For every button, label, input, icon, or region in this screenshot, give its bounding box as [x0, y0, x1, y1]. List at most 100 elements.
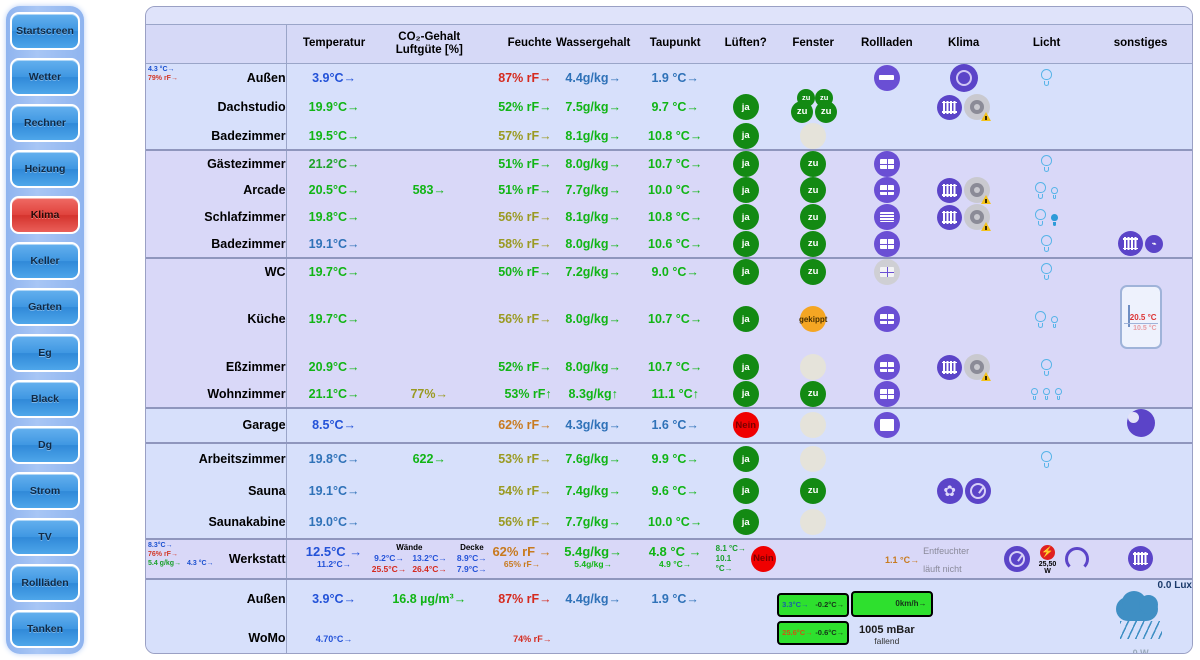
valve-small-icon[interactable]: ⌁	[1145, 234, 1164, 253]
table-row[interactable]: Wohnzimmer 21.1°C→ 77%→ 53% rF↑ 8.3g/kg↑…	[146, 380, 1192, 409]
window-badge-inactive[interactable]	[800, 122, 827, 149]
ventilation-badge[interactable]: ja	[732, 122, 759, 149]
sidebar-item-keller[interactable]: Keller	[10, 242, 80, 280]
sidebar-item-strom[interactable]: Strom	[10, 472, 80, 510]
light-bulb-icon[interactable]	[1040, 235, 1053, 252]
light-bulb-icon[interactable]	[1042, 387, 1051, 400]
window-badge[interactable]: zu	[815, 100, 838, 123]
window-badge-inactive[interactable]	[800, 412, 827, 438]
lcd-display-2[interactable]: 25.6°C→ -0.6°C→	[777, 620, 850, 645]
lcd-display-1[interactable]: 3.3°C→ -0.2°C→	[777, 592, 850, 617]
ventilation-badge[interactable]: ja	[732, 477, 759, 504]
table-row[interactable]: Arbeitszimmer 19.8°C→ 622→ 53% rF→ 7.6g/…	[146, 442, 1192, 475]
window-badge[interactable]: zu	[791, 100, 814, 123]
table-row[interactable]: Schlafzimmer 19.8°C→ 56% rF→ 8.1g/kg→ 10…	[146, 203, 1192, 231]
sidebar-item-startscreen[interactable]: Startscreen	[10, 12, 80, 50]
light-bulb-icon[interactable]	[1030, 387, 1039, 400]
gauge-icon[interactable]	[964, 477, 991, 504]
ventilation-badge[interactable]: ja	[732, 306, 759, 332]
window-cell[interactable]: zu zu zu zu	[775, 88, 851, 123]
table-row[interactable]: 4.3 °C→ 79% rF→ Außen 3.9°C→ 87% rF→ 4.4…	[146, 63, 1192, 92]
window-badge-inactive[interactable]	[800, 446, 827, 472]
sidebar-item-rechner[interactable]: Rechner	[10, 104, 80, 142]
sidebar-item-tv[interactable]: TV	[10, 518, 80, 556]
shutter-open-icon[interactable]	[873, 64, 900, 91]
ventilation-badge[interactable]: ja	[732, 509, 759, 535]
table-row[interactable]: Garage 8.5°C→ 62% rF→ 4.3g/kg→ 1.6 °C→ N…	[146, 407, 1192, 444]
table-row-werkstatt[interactable]: 8.3°C→ 76% rF→ 5.4 g/kg→ 4.3 °C→ Werksta…	[146, 538, 1192, 580]
ventilation-badge[interactable]: ja	[732, 446, 759, 472]
window-badge[interactable]: zu	[800, 258, 827, 285]
shutter-grid-inactive-icon[interactable]	[873, 258, 900, 285]
window-badge-inactive[interactable]	[800, 509, 827, 535]
valve-gear-icon[interactable]	[964, 94, 992, 121]
shutter-lines-icon[interactable]	[873, 204, 900, 230]
radiator-icon[interactable]	[1128, 546, 1154, 571]
window-badge[interactable]: zu	[800, 204, 827, 230]
sidebar-item-heizung[interactable]: Heizung	[10, 150, 80, 188]
table-row[interactable]: Dachstudio 19.9°C→ 52% rF→ 7.5g/kg→ 9.7 …	[146, 88, 1192, 123]
table-row[interactable]: Badezimmer 19.1°C→ 58% rF→ 8.0g/kg→ 10.6…	[146, 230, 1192, 259]
radiator-icon[interactable]	[937, 204, 963, 230]
climate-cell[interactable]	[923, 63, 1005, 92]
shutter-grid-icon[interactable]	[873, 354, 900, 380]
sidebar-item-klima[interactable]: Klima	[10, 196, 80, 234]
table-row-aussen-bottom[interactable]: Außen 3.9°C→ 16.8 µg/m³→ 87% rF→ 4.4g/kg…	[146, 578, 1192, 653]
light-bulb-icon[interactable]	[1040, 69, 1053, 86]
valve-gear-icon[interactable]	[964, 177, 992, 204]
light-cell[interactable]	[1004, 63, 1090, 92]
fan-icon[interactable]: ✿	[936, 477, 963, 504]
shutter-grid-icon[interactable]	[873, 230, 900, 257]
sidebar-item-eg[interactable]: Eg	[10, 334, 80, 372]
fridge-icon[interactable]: 20.5 °C 10.5 °C	[1119, 284, 1162, 349]
light-bulb-icon[interactable]	[1054, 387, 1063, 400]
light-bulb-icon[interactable]	[1040, 450, 1053, 468]
ventilation-badge[interactable]: Nein	[750, 545, 776, 572]
window-badge[interactable]: zu	[800, 230, 827, 257]
ventilation-badge[interactable]: ja	[732, 354, 759, 380]
light-bulb-icon[interactable]	[1034, 181, 1047, 199]
valve-gear-icon[interactable]	[964, 204, 992, 231]
light-bulb-icon[interactable]	[1034, 310, 1047, 328]
shutter-grid-icon[interactable]	[873, 150, 900, 177]
light-bulb-icon[interactable]	[1040, 358, 1053, 376]
sidebar-item-black[interactable]: Black	[10, 380, 80, 418]
shutter-closed-icon[interactable]	[873, 412, 900, 438]
window-tilted-badge[interactable]: gekippt	[799, 306, 827, 332]
window-badge-inactive[interactable]	[800, 354, 827, 380]
thermostat-knob-icon[interactable]	[949, 63, 978, 92]
arc-icon[interactable]	[1065, 546, 1090, 571]
window-badge[interactable]: zu	[800, 477, 827, 504]
radiator-icon[interactable]	[937, 94, 963, 120]
wind-display[interactable]: 0km/h→	[850, 591, 933, 617]
ventilation-badge[interactable]: ja	[732, 150, 759, 177]
table-row[interactable]: Arcade 20.5°C→ 583→ 51% rF→ 7.7g/kg→ 10.…	[146, 176, 1192, 204]
climate-cell[interactable]	[923, 91, 1005, 123]
power-meter[interactable]: ⚡ 25,50 W	[1035, 542, 1061, 575]
shutter-grid-icon[interactable]	[873, 380, 900, 407]
valve-gear-icon[interactable]	[964, 354, 992, 381]
shutter-grid-icon[interactable]	[873, 177, 900, 203]
sidebar-item-tanken[interactable]: Tanken	[10, 610, 80, 648]
light-bulb-on-icon[interactable]	[1050, 213, 1059, 226]
shutter-cell[interactable]	[850, 63, 924, 92]
table-row[interactable]: Saunakabine 19.0°C→ 56% rF→ 7.7g/kg→ 10.…	[146, 506, 1192, 540]
shutter-grid-icon[interactable]	[873, 306, 900, 332]
radiator-icon[interactable]	[937, 354, 963, 380]
ventilation-badge[interactable]: ja	[732, 204, 759, 230]
light-bulb-icon[interactable]	[1050, 186, 1059, 199]
table-row[interactable]: Küche 19.7°C→ 56% rF→ 8.0g/kg→ 10.7 °C→ …	[146, 284, 1192, 354]
radiator-icon[interactable]	[937, 177, 963, 203]
table-row[interactable]: Gästezimmer 21.2°C→ 51% rF→ 8.0g/kg→ 10.…	[146, 149, 1192, 177]
light-bulb-icon[interactable]	[1050, 315, 1059, 328]
ventilation-badge[interactable]: ja	[732, 258, 759, 285]
table-row-womo[interactable]: WoMo 4.70°C→ 74% rF→	[146, 619, 1192, 653]
table-row[interactable]: Badezimmer 19.5°C→ 57% rF→ 8.1g/kg→ 10.8…	[146, 122, 1192, 151]
table-row[interactable]: Sauna 19.1°C→ 54% rF→ 7.4g/kg→ 9.6 °C→ j…	[146, 474, 1192, 507]
window-badge[interactable]: zu	[800, 150, 827, 177]
light-bulb-icon[interactable]	[1040, 155, 1053, 172]
fridge-cell[interactable]: 20.5 °C 10.5 °C	[1089, 284, 1192, 354]
sidebar-item-rollladen[interactable]: Rollläden	[10, 564, 80, 602]
radiator-icon[interactable]	[1118, 231, 1144, 256]
ventilation-badge[interactable]: ja	[732, 177, 759, 203]
